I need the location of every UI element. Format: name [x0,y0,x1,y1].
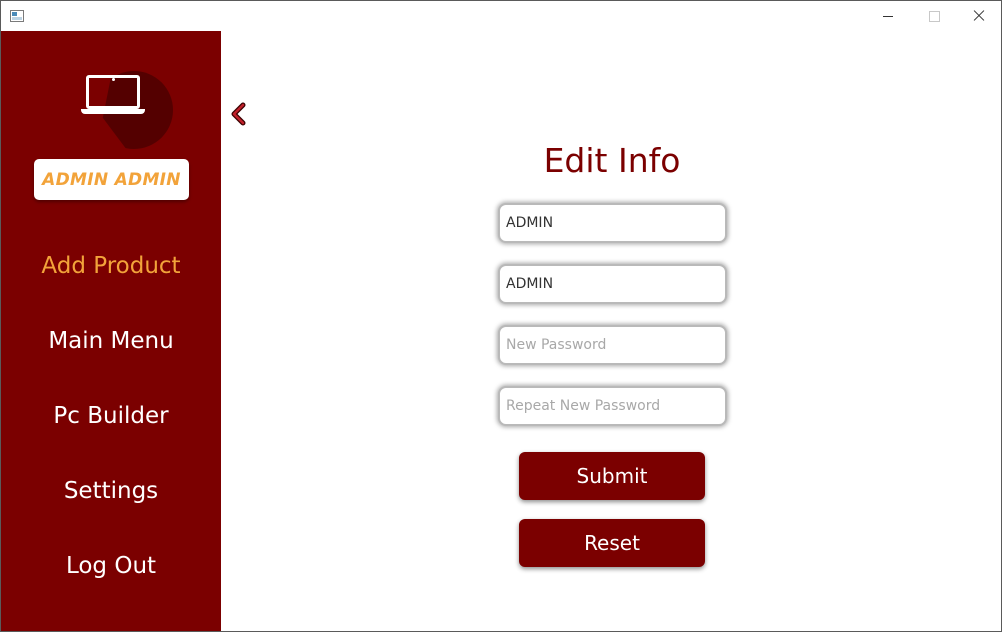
minimize-button[interactable] [865,1,911,31]
last-name-field[interactable] [498,264,727,304]
laptop-base [81,109,145,114]
maximize-button[interactable] [911,1,957,31]
nav-add-product[interactable]: Add Product [1,244,221,288]
laptop-camera [112,78,115,81]
first-name-field[interactable] [498,203,727,243]
user-name-badge: ADMIN ADMIN [34,159,189,200]
laptop-icon [81,71,173,149]
nav-main-menu[interactable]: Main Menu [1,319,221,363]
reset-button[interactable]: Reset [519,519,705,567]
nav-pc-builder[interactable]: Pc Builder [1,394,221,438]
new-password-field[interactable] [498,325,727,365]
close-button[interactable] [955,1,1001,31]
page-title: Edit Info [543,141,681,180]
nav-log-out[interactable]: Log Out [1,544,221,588]
sidebar: ADMIN ADMIN Add Product Main Menu Pc Bui… [1,31,221,631]
app-window: ADMIN ADMIN Add Product Main Menu Pc Bui… [0,0,1002,632]
chevron-left-icon[interactable] [229,102,249,126]
title-bar [1,1,1001,31]
nav-settings[interactable]: Settings [1,469,221,513]
submit-button[interactable]: Submit [519,452,705,500]
repeat-password-field[interactable] [498,386,727,426]
user-name-label: ADMIN ADMIN [42,169,181,190]
app-window-icon [10,10,24,22]
